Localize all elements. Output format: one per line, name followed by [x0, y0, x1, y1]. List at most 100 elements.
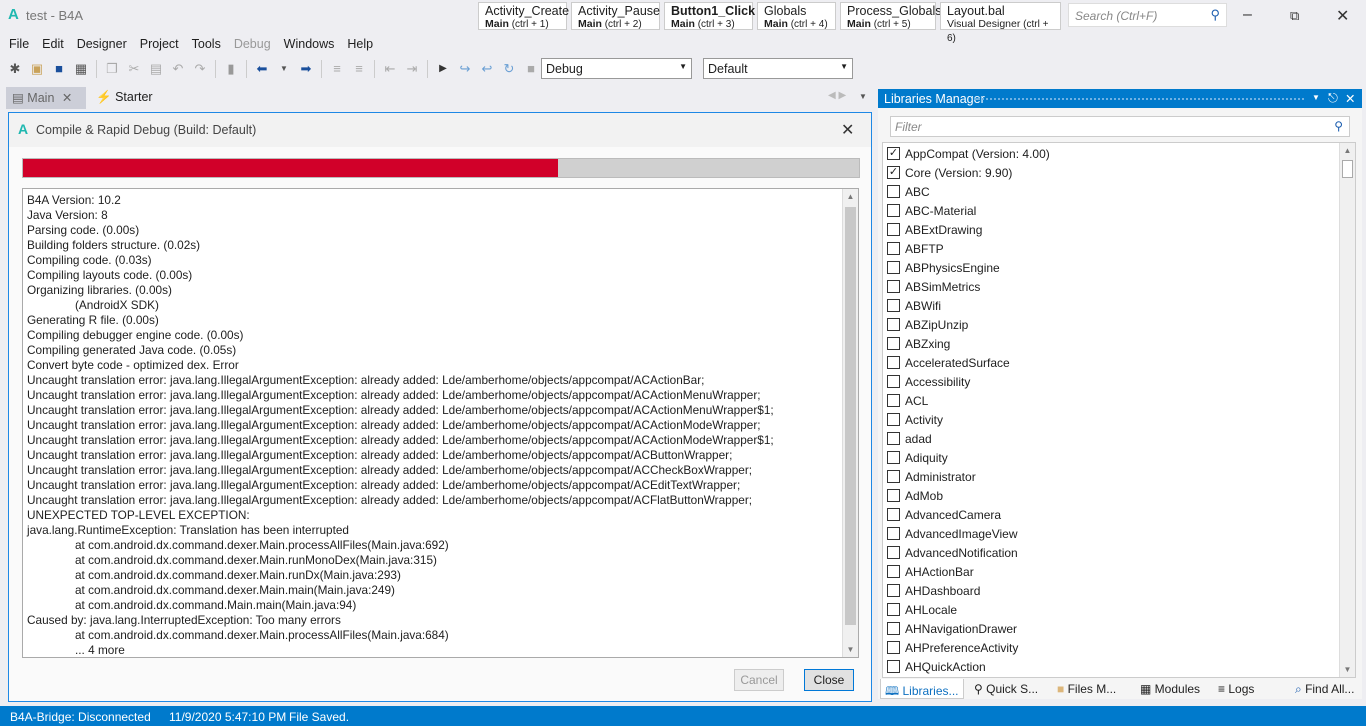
checkbox[interactable]: ✓ — [887, 166, 900, 179]
list-item[interactable]: ABFTP — [883, 239, 1355, 258]
paste-icon[interactable]: ▤ — [147, 60, 165, 78]
checkbox[interactable] — [887, 223, 900, 236]
list-item[interactable]: AHQuickAction — [883, 657, 1355, 676]
list-item[interactable]: ACL — [883, 391, 1355, 410]
new-file-icon[interactable]: ✱ — [6, 60, 24, 78]
list-item[interactable]: AcceleratedSurface — [883, 353, 1355, 372]
checkbox[interactable] — [887, 641, 900, 654]
list-item[interactable]: AdvancedNotification — [883, 543, 1355, 562]
quick-tab[interactable]: Globals Main (ctrl + 4) — [757, 2, 836, 30]
list-item[interactable]: ABC-Material — [883, 201, 1355, 220]
cut-icon[interactable]: ✂ — [125, 60, 143, 78]
build-config-select[interactable]: Debug ▼ — [541, 58, 692, 79]
save-icon[interactable]: ■ — [50, 60, 68, 78]
list-item[interactable]: Activity — [883, 410, 1355, 429]
bottom-tab-quicks[interactable]: ⚲ Quick S... — [970, 679, 1042, 699]
checkbox[interactable] — [887, 185, 900, 198]
list-item[interactable]: AHPreferenceActivity — [883, 638, 1355, 657]
list-item[interactable]: ABWifi — [883, 296, 1355, 315]
list-item[interactable]: ABZipUnzip — [883, 315, 1355, 334]
scrollbar-thumb[interactable] — [845, 207, 856, 625]
checkbox[interactable] — [887, 660, 900, 673]
menu-tools[interactable]: Tools — [183, 32, 225, 51]
list-item[interactable]: AHNavigationDrawer — [883, 619, 1355, 638]
scroll-down-icon[interactable]: ▼ — [843, 642, 858, 657]
open-folder-icon[interactable]: ▣ — [28, 60, 46, 78]
chevron-down-icon[interactable]: ▼ — [1312, 93, 1320, 102]
menu-project[interactable]: Project — [131, 32, 183, 51]
search-icon[interactable]: ⚲ — [1334, 119, 1343, 133]
library-scrollbar[interactable]: ▲ ▼ — [1339, 143, 1355, 677]
list-item[interactable]: adad — [883, 429, 1355, 448]
search-input[interactable]: Search (Ctrl+F) ⚲ — [1068, 3, 1227, 27]
checkbox[interactable] — [887, 527, 900, 540]
back-icon[interactable]: ⬅ — [253, 60, 271, 78]
checkbox[interactable] — [887, 204, 900, 217]
comment-icon[interactable]: ≡ — [328, 60, 346, 78]
tab-scroll-arrows[interactable]: ◀ ▶ — [828, 90, 846, 101]
list-item[interactable]: Adiquity — [883, 448, 1355, 467]
checkbox[interactable] — [887, 337, 900, 350]
bottom-tab-libraries[interactable]: 🕮 Libraries... — [880, 679, 964, 699]
copy-icon[interactable]: ❐ — [103, 60, 121, 78]
checkbox[interactable] — [887, 280, 900, 293]
indent-icon[interactable]: ⇥ — [403, 60, 421, 78]
quick-tab[interactable]: Activity_Pause Main (ctrl + 2) — [571, 2, 660, 30]
list-item[interactable]: ABSimMetrics — [883, 277, 1355, 296]
quick-tab[interactable]: Activity_Create Main (ctrl + 1) — [478, 2, 569, 30]
bottom-tab-modules[interactable]: ▦ Modules — [1136, 679, 1204, 699]
run-icon[interactable]: ▶ — [434, 60, 452, 78]
close-icon[interactable]: ✕ — [62, 91, 72, 105]
checkbox[interactable] — [887, 470, 900, 483]
checkbox[interactable] — [887, 356, 900, 369]
checkbox[interactable] — [887, 489, 900, 502]
quick-tab[interactable]: Button1_Click Main (ctrl + 3) — [664, 2, 755, 30]
bottom-tab-logs[interactable]: ≡ Logs — [1214, 679, 1258, 699]
chevron-down-icon[interactable]: ▼ — [859, 92, 867, 101]
redo-icon[interactable]: ↷ — [191, 60, 209, 78]
close-dialog-button[interactable]: ✕ — [841, 120, 854, 140]
quick-tab[interactable]: Layout.bal Visual Designer (ctrl + 6) — [940, 2, 1061, 44]
compile-log[interactable]: B4A Version: 10.2 Java Version: 8 Parsing … — [22, 188, 859, 658]
close-icon[interactable]: ✕ — [1345, 91, 1355, 106]
scroll-up-icon[interactable]: ▲ — [1340, 143, 1355, 158]
bookmark-icon[interactable]: ▮ — [222, 60, 240, 78]
menu-help[interactable]: Help — [338, 32, 377, 51]
undo-icon[interactable]: ↶ — [169, 60, 187, 78]
close-window-button[interactable]: ✕ — [1336, 6, 1349, 26]
cancel-button[interactable]: Cancel — [734, 669, 784, 691]
checkbox[interactable] — [887, 394, 900, 407]
list-item[interactable]: AHActionBar — [883, 562, 1355, 581]
scrollbar-thumb[interactable] — [1342, 160, 1353, 178]
tab-starter[interactable]: ⚡ Starter — [90, 87, 159, 109]
step-in-icon[interactable]: ↪ — [456, 60, 474, 78]
menu-windows[interactable]: Windows — [275, 32, 339, 51]
uncomment-icon[interactable]: ≡ — [350, 60, 368, 78]
bottom-tab-findall[interactable]: ⌕ Find All... — [1291, 679, 1358, 699]
list-item[interactable]: Accessibility — [883, 372, 1355, 391]
build-target-select[interactable]: Default ▼ — [703, 58, 853, 79]
menu-debug[interactable]: Debug — [225, 32, 275, 51]
step-out-icon[interactable]: ↻ — [500, 60, 518, 78]
list-item[interactable]: AdvancedCamera — [883, 505, 1355, 524]
scroll-up-icon[interactable]: ▲ — [843, 189, 858, 204]
checkbox[interactable] — [887, 451, 900, 464]
checkbox[interactable]: ✓ — [887, 147, 900, 160]
scroll-down-icon[interactable]: ▼ — [1340, 662, 1355, 677]
quick-tab[interactable]: Process_Globals Main (ctrl + 5) — [840, 2, 942, 30]
list-item[interactable]: AHDashboard — [883, 581, 1355, 600]
checkbox[interactable] — [887, 318, 900, 331]
checkbox[interactable] — [887, 299, 900, 312]
checkbox[interactable] — [887, 565, 900, 578]
list-item[interactable]: ABC — [883, 182, 1355, 201]
list-item[interactable]: AdMob — [883, 486, 1355, 505]
checkbox[interactable] — [887, 508, 900, 521]
chevron-down-icon[interactable]: ▼ — [275, 60, 293, 78]
list-item[interactable]: ✓ AppCompat (Version: 4.00) — [883, 144, 1355, 163]
export-icon[interactable]: ▦ — [72, 60, 90, 78]
list-item[interactable]: Administrator — [883, 467, 1355, 486]
stop-icon[interactable]: ■ — [522, 60, 540, 78]
checkbox[interactable] — [887, 413, 900, 426]
minimize-button[interactable]: – — [1243, 6, 1252, 24]
list-item[interactable]: AHLocale — [883, 600, 1355, 619]
